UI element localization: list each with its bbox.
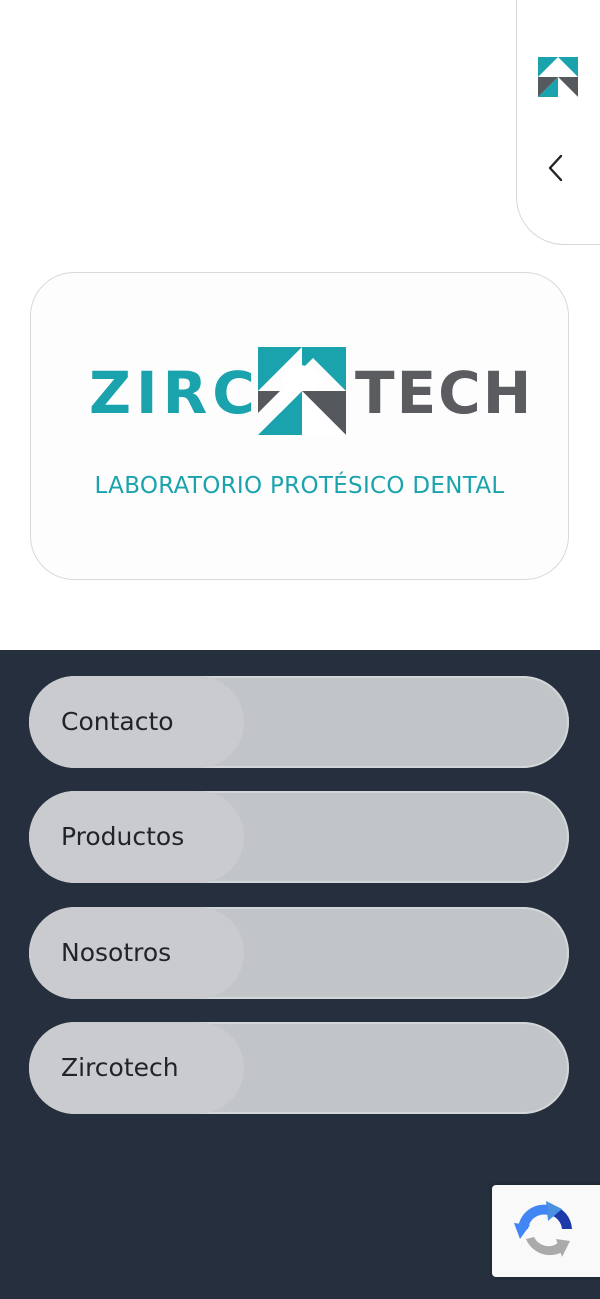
side-panel [516, 0, 600, 245]
recaptcha-badge[interactable] [492, 1185, 600, 1277]
nav-button-zircotech[interactable]: Zircotech [29, 1022, 569, 1114]
zircotech-mark-icon[interactable] [536, 55, 580, 99]
nav-button-label: Nosotros [61, 938, 172, 967]
page: ZIRC TECH LABORATORIO PROTÉSICO DENTAL C… [0, 0, 600, 1299]
brand-name-part1: ZIRC [89, 359, 260, 427]
recaptcha-icon [514, 1201, 572, 1257]
brand-tagline: LABORATORIO PROTÉSICO DENTAL [94, 473, 505, 499]
nav-button-contacto[interactable]: Contacto [29, 676, 569, 768]
nav-button-label: Contacto [61, 707, 174, 736]
brand-logo: ZIRC TECH [89, 343, 531, 443]
logo-card: ZIRC TECH LABORATORIO PROTÉSICO DENTAL [30, 272, 569, 580]
nav-button-productos[interactable]: Productos [29, 791, 569, 883]
nav-button-label: Productos [61, 822, 185, 851]
nav-button-label: Zircotech [61, 1053, 179, 1082]
header-section: ZIRC TECH LABORATORIO PROTÉSICO DENTAL [0, 0, 600, 650]
zircotech-logo-mark-icon [258, 347, 346, 435]
nav-button-nosotros[interactable]: Nosotros [29, 907, 569, 999]
chevron-left-icon[interactable] [541, 150, 571, 186]
brand-name-part2: TECH [355, 359, 534, 427]
